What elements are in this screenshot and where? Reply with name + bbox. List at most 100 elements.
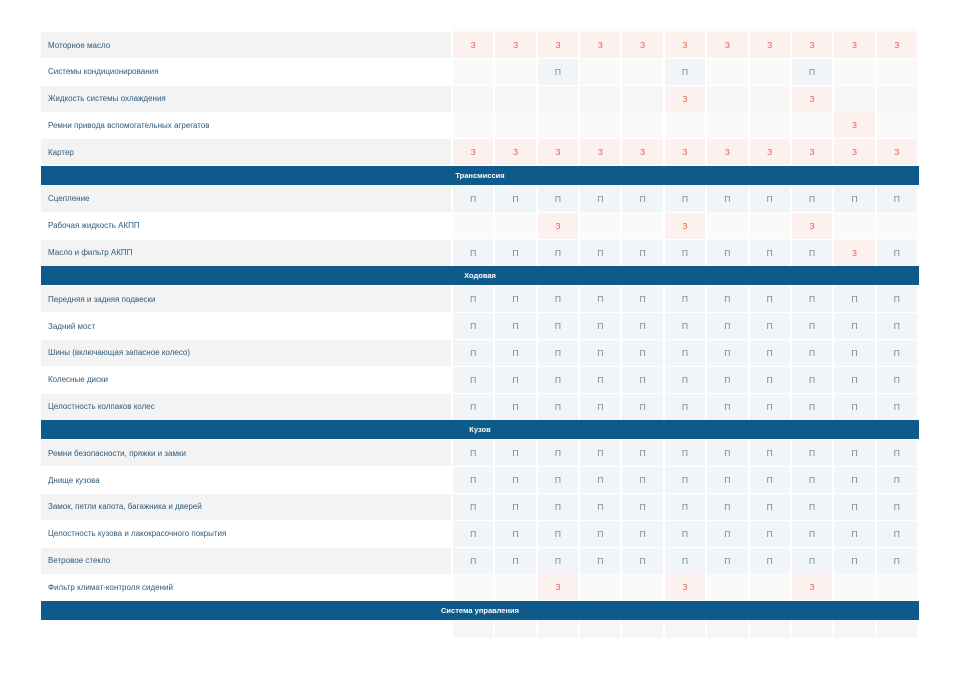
check-mark-cell: П <box>876 520 917 547</box>
empty-cell <box>622 621 663 639</box>
replace-mark-cell: З <box>453 32 494 58</box>
check-mark-cell: П <box>791 493 833 520</box>
replace-mark-cell: З <box>876 32 917 58</box>
table-row: Задний мост П П П П П П П П П П П <box>41 313 919 340</box>
empty-cell <box>664 112 706 139</box>
check-mark-cell: П <box>664 467 706 494</box>
check-mark-cell: П <box>580 239 621 266</box>
check-mark-cell: П <box>580 440 621 467</box>
empty-cell <box>495 621 536 639</box>
check-mark-cell: П <box>876 339 917 366</box>
empty-cell <box>537 621 579 639</box>
table-row: Ремни привода вспомогательных агрегатов З <box>41 112 919 139</box>
check-mark-cell: П <box>791 467 833 494</box>
check-mark-cell: П <box>791 393 833 420</box>
check-mark-cell: П <box>664 520 706 547</box>
check-mark-cell: П <box>749 520 790 547</box>
check-mark-cell: П <box>537 339 579 366</box>
check-mark-cell: П <box>453 313 494 340</box>
section-header: Ходовая <box>41 266 919 286</box>
empty-cell <box>495 212 536 239</box>
check-mark-cell: П <box>876 286 917 313</box>
table-row <box>41 621 919 639</box>
replace-mark-cell: З <box>707 32 748 58</box>
check-mark-cell: П <box>453 366 494 393</box>
check-mark-cell: П <box>749 547 790 574</box>
table-row: Жидкость системы охлаждения З З <box>41 85 919 112</box>
replace-mark-cell: З <box>707 139 748 166</box>
table-row: Моторное масло З З З З З З З З З З З <box>41 32 919 58</box>
replace-mark-cell: З <box>834 239 875 266</box>
empty-cell <box>707 621 748 639</box>
check-mark-cell: П <box>537 467 579 494</box>
row-label: Рабочая жидкость АКПП <box>48 221 140 231</box>
check-mark-cell: П <box>580 547 621 574</box>
table-row: Замок, петли капота, багажника и дверей П… <box>41 493 919 520</box>
empty-cell <box>453 212 494 239</box>
check-mark-cell: П <box>749 366 790 393</box>
check-mark-cell: П <box>664 339 706 366</box>
empty-cell <box>453 85 494 112</box>
check-mark-cell: П <box>749 339 790 366</box>
check-mark-cell: П <box>664 313 706 340</box>
check-mark-cell: П <box>791 239 833 266</box>
check-mark-cell: П <box>664 58 706 85</box>
check-mark-cell: П <box>453 286 494 313</box>
check-mark-cell: П <box>580 393 621 420</box>
check-mark-cell: П <box>749 313 790 340</box>
row-label: Целостность кузова и лакокрасочного покр… <box>48 529 227 539</box>
check-mark-cell: П <box>834 286 875 313</box>
empty-cell <box>707 58 748 85</box>
empty-cell <box>495 112 536 139</box>
check-mark-cell: П <box>495 547 536 574</box>
empty-cell <box>622 112 663 139</box>
check-mark-cell: П <box>791 286 833 313</box>
check-mark-cell: П <box>791 339 833 366</box>
check-mark-cell: П <box>707 185 748 212</box>
check-mark-cell: П <box>664 239 706 266</box>
check-mark-cell: П <box>707 313 748 340</box>
check-mark-cell: П <box>791 185 833 212</box>
check-mark-cell: П <box>537 313 579 340</box>
empty-cell <box>749 112 790 139</box>
check-mark-cell: П <box>834 185 875 212</box>
check-mark-cell: П <box>791 58 833 85</box>
check-mark-cell: П <box>664 393 706 420</box>
replace-mark-cell: З <box>664 212 706 239</box>
replace-mark-cell: З <box>791 574 833 601</box>
section-header: Система управления <box>41 601 919 621</box>
empty-cell <box>749 212 790 239</box>
check-mark-cell: П <box>749 467 790 494</box>
check-mark-cell: П <box>495 440 536 467</box>
check-mark-cell: П <box>834 520 875 547</box>
replace-mark-cell: З <box>537 139 579 166</box>
table-row: Ветровое стекло П П П П П П П П П П П <box>41 547 919 574</box>
check-mark-cell: П <box>622 185 663 212</box>
check-mark-cell: П <box>876 366 917 393</box>
check-mark-cell: П <box>537 520 579 547</box>
empty-cell <box>622 58 663 85</box>
empty-cell <box>834 212 875 239</box>
check-mark-cell: П <box>622 493 663 520</box>
replace-mark-cell: З <box>791 139 833 166</box>
check-mark-cell: П <box>453 520 494 547</box>
empty-cell <box>791 621 833 639</box>
check-mark-cell: П <box>622 440 663 467</box>
check-mark-cell: П <box>622 313 663 340</box>
check-mark-cell: П <box>707 286 748 313</box>
empty-cell <box>749 58 790 85</box>
empty-cell <box>537 85 579 112</box>
row-label: Днище кузова <box>48 475 100 485</box>
row-label: Жидкость системы охлаждения <box>41 85 451 112</box>
check-mark-cell: П <box>749 286 790 313</box>
check-mark-cell: П <box>537 58 579 85</box>
empty-cell <box>537 112 579 139</box>
check-mark-cell: П <box>453 239 494 266</box>
check-mark-cell: П <box>664 366 706 393</box>
check-mark-cell: П <box>580 313 621 340</box>
section-header: Трансмиссия <box>41 165 919 185</box>
empty-cell <box>495 85 536 112</box>
row-label: Ветровое стекло <box>41 547 451 574</box>
replace-mark-cell: З <box>537 212 579 239</box>
check-mark-cell: П <box>537 366 579 393</box>
